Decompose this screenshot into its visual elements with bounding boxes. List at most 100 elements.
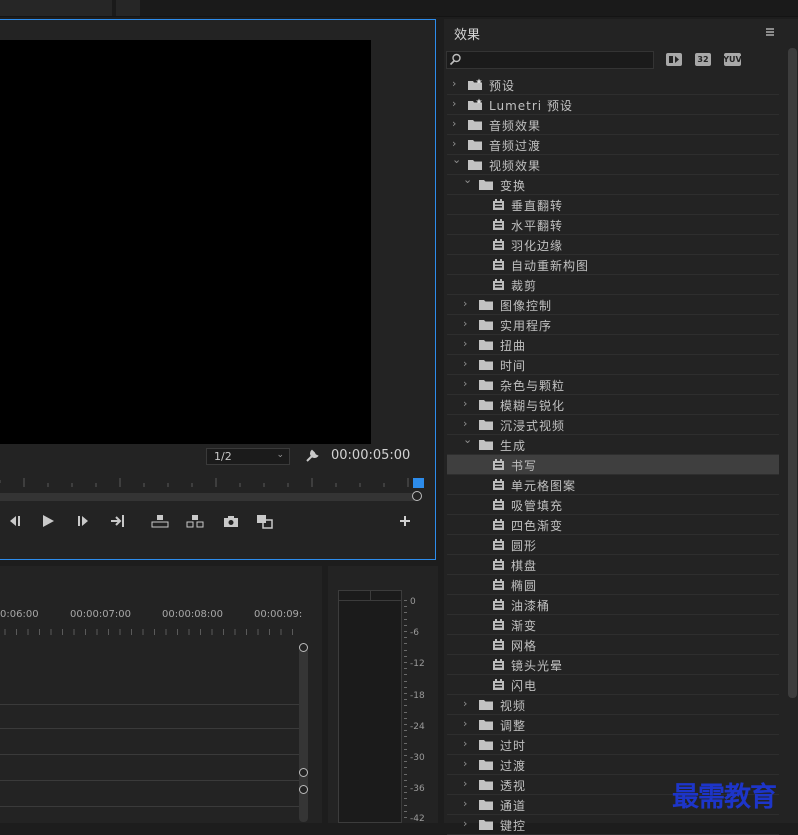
scroll-handle-bottom[interactable] <box>299 768 308 777</box>
folder-item[interactable]: › 实用程序 <box>447 315 779 335</box>
scrub-bar[interactable] <box>0 493 418 501</box>
playhead-handle[interactable] <box>412 491 422 501</box>
folder-icon <box>478 438 494 454</box>
folder-item[interactable]: ⌄ 视频效果 <box>447 153 779 175</box>
effect-item[interactable]: 圆形 <box>447 535 779 555</box>
chevron-right-icon[interactable]: › <box>463 357 473 370</box>
chevron-right-icon[interactable]: › <box>463 717 473 730</box>
timeline-vertical-scrollbar[interactable] <box>299 646 308 822</box>
item-label: 变换 <box>500 179 527 193</box>
camera-button[interactable] <box>220 511 242 531</box>
folder-item[interactable]: › 调整 <box>447 715 779 735</box>
effect-item[interactable]: 椭圆 <box>447 575 779 595</box>
effect-item[interactable]: 棋盘 <box>447 555 779 575</box>
folder-item[interactable]: › 杂色与颗粒 <box>447 375 779 395</box>
meter-label: -12 <box>410 659 425 669</box>
add-button[interactable] <box>394 511 416 531</box>
folder-icon <box>478 358 494 374</box>
step-back-button[interactable] <box>3 511 25 531</box>
folder-item[interactable]: › 扭曲 <box>447 335 779 355</box>
chevron-right-icon[interactable]: › <box>463 337 473 350</box>
meter-tick <box>404 730 407 731</box>
scroll-handle-top[interactable] <box>299 785 308 794</box>
meter-tick <box>404 718 407 719</box>
chevron-right-icon[interactable]: › <box>452 97 462 110</box>
effect-item[interactable]: 镜头光晕 <box>447 655 779 675</box>
folder-item[interactable]: › Lumetri 预设 <box>447 95 779 115</box>
go-to-out-button[interactable] <box>107 511 129 531</box>
chevron-right-icon[interactable]: › <box>463 797 473 810</box>
playhead-marker[interactable] <box>413 478 424 488</box>
panel-menu-icon[interactable] <box>765 26 775 36</box>
effect-item[interactable]: 羽化边缘 <box>447 235 779 255</box>
chevron-right-icon[interactable]: › <box>463 377 473 390</box>
chevron-down-icon[interactable]: ⌄ <box>463 173 473 186</box>
chevron-right-icon[interactable]: › <box>463 697 473 710</box>
chevron-down-icon[interactable]: ⌄ <box>452 153 462 166</box>
search-icon <box>449 53 462 66</box>
meter-tick <box>404 755 407 756</box>
chevron-right-icon[interactable]: › <box>452 137 462 150</box>
timeline-panel[interactable]: 0:06:00 00:00:07:00 00:00:08:00 00:00:09… <box>0 566 322 823</box>
folder-item[interactable]: › 模糊与锐化 <box>447 395 779 415</box>
effect-item[interactable]: 油漆桶 <box>447 595 779 615</box>
folder-item[interactable]: › 键控 <box>447 815 779 835</box>
effect-item[interactable]: 单元格图案 <box>447 475 779 495</box>
effects-vertical-scrollbar[interactable] <box>788 48 797 698</box>
folder-item[interactable]: ⌄ 变换 <box>447 173 779 195</box>
accelerated-effects-icon[interactable] <box>666 53 682 66</box>
item-label: 预设 <box>489 79 516 93</box>
chevron-right-icon[interactable]: › <box>463 317 473 330</box>
folder-item[interactable]: › 过时 <box>447 735 779 755</box>
folder-item[interactable]: › 音频效果 <box>447 115 779 135</box>
folder-item[interactable]: › 预设 <box>447 75 779 95</box>
effect-item[interactable]: 书写 <box>447 455 779 475</box>
effects-tree[interactable]: › 预设 › Lumetri 预设 › 音频效果 › 音频过渡 ⌄ 视频效果 ⌄ 变换 垂直翻转 水平翻转… <box>447 75 779 835</box>
play-button[interactable] <box>37 511 59 531</box>
chevron-right-icon[interactable]: › <box>463 817 473 830</box>
step-forward-button[interactable] <box>73 511 95 531</box>
folder-item[interactable]: › 视频 <box>447 695 779 715</box>
chevron-right-icon[interactable]: › <box>463 737 473 750</box>
effect-item[interactable]: 四色渐变 <box>447 515 779 535</box>
chevron-down-icon[interactable]: ⌄ <box>463 433 473 446</box>
chevron-right-icon[interactable]: › <box>463 777 473 790</box>
chevron-right-icon[interactable]: › <box>452 117 462 130</box>
chevron-right-icon[interactable]: › <box>463 417 473 430</box>
effect-item[interactable]: 水平翻转 <box>447 215 779 235</box>
chevron-right-icon[interactable]: › <box>463 297 473 310</box>
effects-search-input[interactable] <box>446 51 654 69</box>
effect-item[interactable]: 裁剪 <box>447 275 779 295</box>
effect-item[interactable]: 吸管填充 <box>447 495 779 515</box>
timeline-ruler[interactable] <box>0 625 300 639</box>
yuv-icon[interactable]: YUV <box>723 53 742 66</box>
compare-view-button[interactable] <box>254 511 276 531</box>
32-bit-icon[interactable]: 32 <box>695 53 711 66</box>
folder-item[interactable]: ⌄ 生成 <box>447 433 779 455</box>
wrench-icon[interactable] <box>304 448 320 464</box>
item-label: 羽化边缘 <box>511 239 564 253</box>
playhead-timecode[interactable]: 00:00:05:00 <box>331 448 410 463</box>
folder-item[interactable]: › 音频过渡 <box>447 135 779 155</box>
scroll-handle-top[interactable] <box>299 643 308 652</box>
effect-item[interactable]: 网格 <box>447 635 779 655</box>
chevron-right-icon[interactable]: › <box>452 77 462 90</box>
effect-item[interactable]: 垂直翻转 <box>447 195 779 215</box>
item-label: 沉浸式视频 <box>500 419 566 433</box>
extract-button[interactable] <box>184 511 206 531</box>
effect-item[interactable]: 自动重新构图 <box>447 255 779 275</box>
folder-item[interactable]: › 图像控制 <box>447 295 779 315</box>
effect-item[interactable]: 闪电 <box>447 675 779 695</box>
folder-icon <box>478 178 494 194</box>
folder-item[interactable]: › 时间 <box>447 355 779 375</box>
folder-item[interactable]: › 过渡 <box>447 755 779 775</box>
folder-item[interactable]: › 沉浸式视频 <box>447 415 779 435</box>
lift-button[interactable] <box>149 511 171 531</box>
chevron-right-icon[interactable]: › <box>463 397 473 410</box>
resolution-select[interactable]: 1/2 ⌄ <box>206 448 290 465</box>
item-label: 棋盘 <box>511 559 538 573</box>
chevron-right-icon[interactable]: › <box>463 757 473 770</box>
track-divider <box>0 780 300 781</box>
effect-item[interactable]: 渐变 <box>447 615 779 635</box>
meter-tick <box>404 705 407 706</box>
